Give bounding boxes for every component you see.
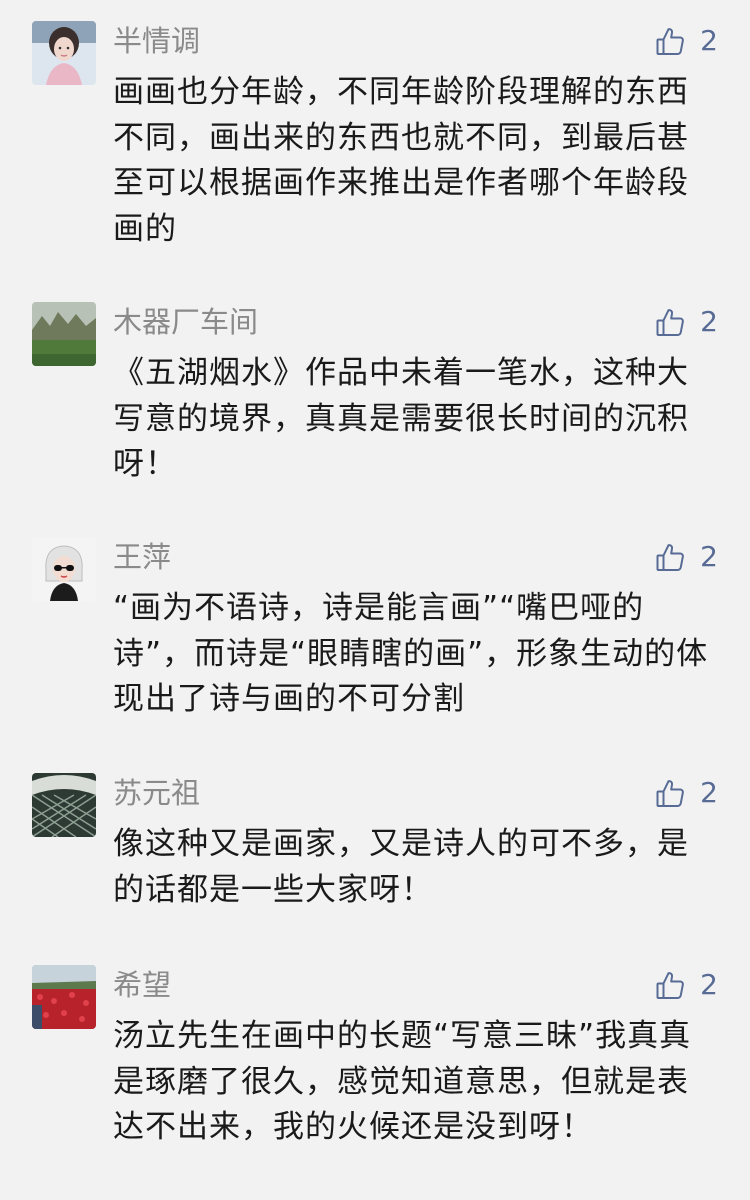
like-count: 2 [700,24,718,57]
comment-text: 像这种又是画家，又是诗人的可不多，是的话都是一些大家呀！ [113,826,689,908]
comment-username[interactable]: 木器厂车间 [113,302,258,342]
thumbs-up-icon [654,541,686,573]
comment-item: 希望 2 汤立先生在画中的长题“写意三昧”我真真是琢磨了很久，感觉知道意思，但就… [0,965,750,1145]
like-button[interactable]: 2 [654,304,718,340]
user-avatar[interactable] [32,302,96,366]
comment-item: 苏元祖 2 像这种又是画家，又是诗人的可不多，是的话都是一些大家呀！ [0,773,750,908]
like-button[interactable]: 2 [654,967,718,1003]
like-count: 2 [700,968,718,1001]
comment-item: 半情调 2 画画也分年龄，不同年龄阶段理解的东西不同，画出来的东西也就不同，到最… [0,21,750,247]
user-avatar[interactable] [32,537,96,601]
thumbs-up-icon [654,777,686,809]
user-avatar[interactable] [32,965,96,1029]
comment-text: “画为不语诗，诗是能言画”“嘴巴哑的诗”，而诗是“眼睛瞎的画”，形象生动的体现出… [113,590,709,718]
comment-text: 画画也分年龄，不同年龄阶段理解的东西不同，画出来的东西也就不同，到最后甚至可以根… [113,74,689,247]
like-count: 2 [700,540,718,573]
like-count: 2 [700,776,718,809]
comment-username[interactable]: 半情调 [113,21,200,61]
comment-username[interactable]: 苏元祖 [113,773,200,813]
comment-list: 半情调 2 画画也分年龄，不同年龄阶段理解的东西不同，画出来的东西也就不同，到最… [0,0,750,1200]
comment-username[interactable]: 王萍 [113,537,171,577]
comment-text: 汤立先生在画中的长题“写意三昧”我真真是琢磨了很久，感觉知道意思，但就是表达不出… [113,1018,692,1146]
comment-item: 木器厂车间 2 《五湖烟水》作品中未着一笔水，这种大写意的境界，真真是需要很长时… [0,302,750,482]
like-count: 2 [700,305,718,338]
user-avatar[interactable] [32,21,96,85]
thumbs-up-icon [654,306,686,338]
comment-text: 《五湖烟水》作品中未着一笔水，这种大写意的境界，真真是需要很长时间的沉积呀！ [113,355,689,483]
comment-username[interactable]: 希望 [113,965,171,1005]
like-button[interactable]: 2 [654,23,718,59]
user-avatar[interactable] [32,773,96,837]
like-button[interactable]: 2 [654,539,718,575]
thumbs-up-icon [654,969,686,1001]
like-button[interactable]: 2 [654,775,718,811]
comment-item: 王萍 2 “画为不语诗，诗是能言画”“嘴巴哑的诗”，而诗是“眼睛瞎的画”，形象生… [0,537,750,717]
thumbs-up-icon [654,25,686,57]
